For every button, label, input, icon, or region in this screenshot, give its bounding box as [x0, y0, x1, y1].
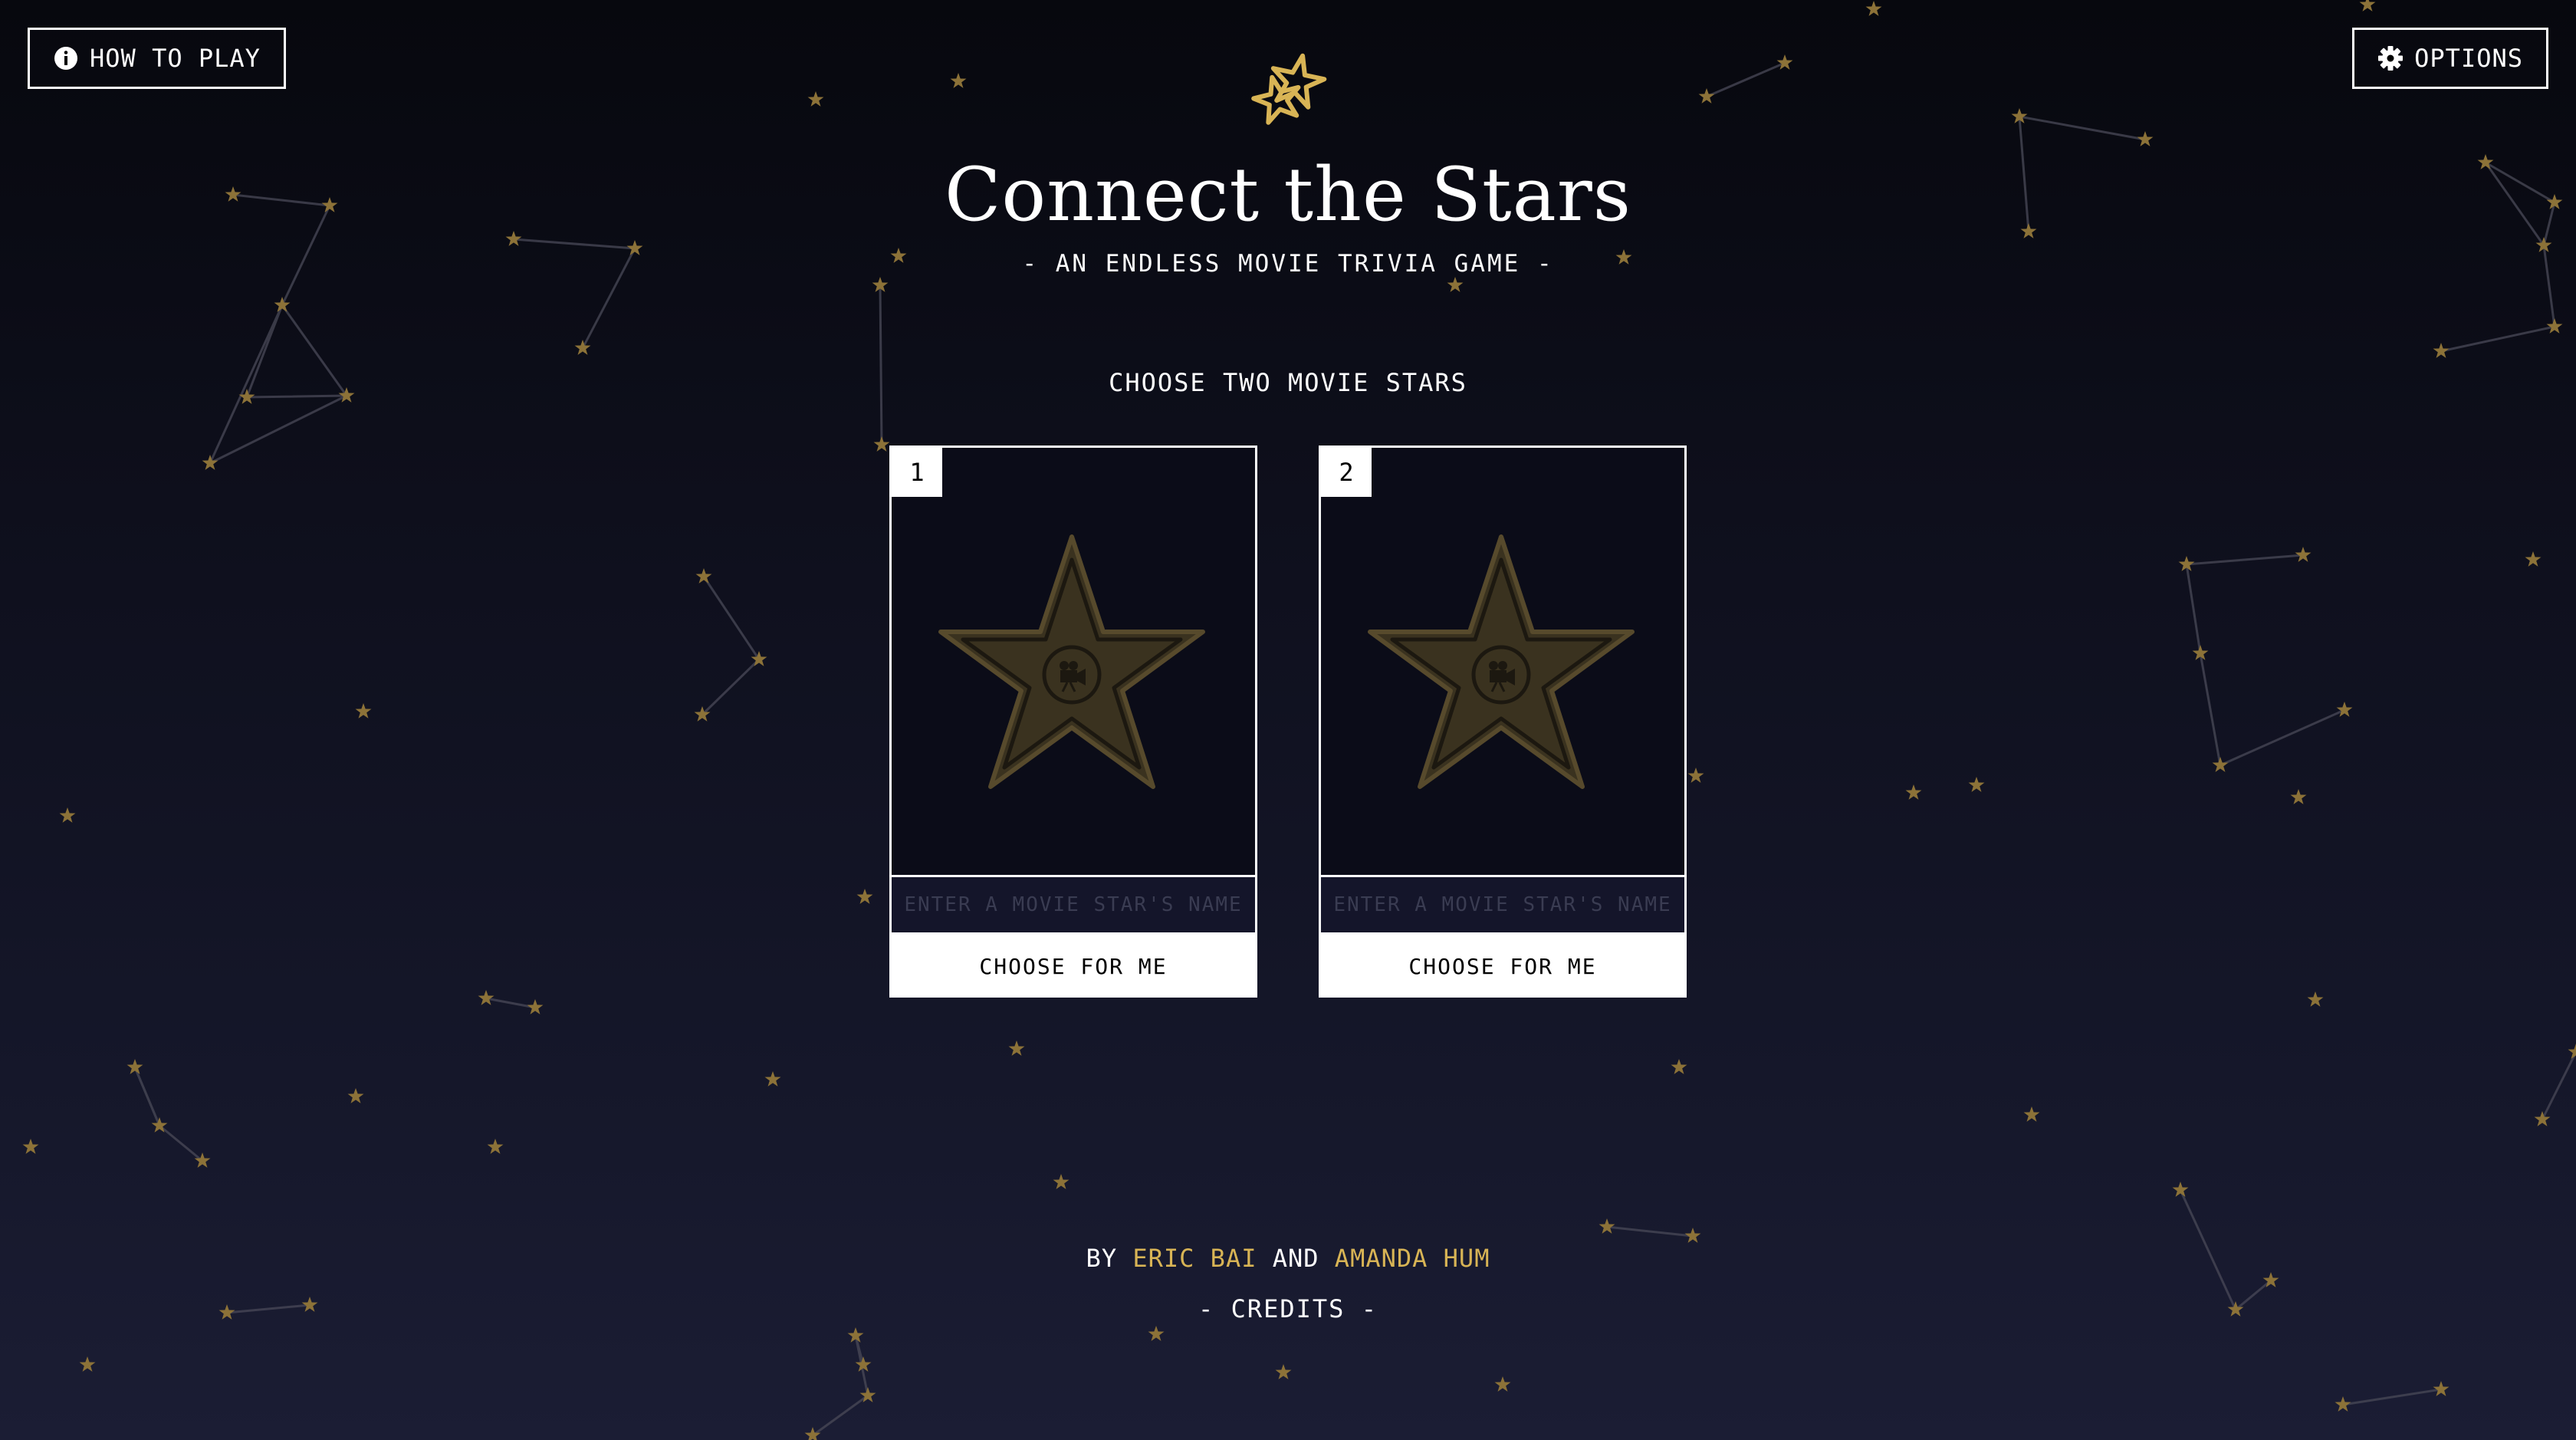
author-link-eric-bai[interactable]: ERIC BAI [1132, 1244, 1257, 1273]
star-card-2: 2 CHOOSE FOR ME [1319, 445, 1687, 998]
background-star-icon [478, 990, 495, 1005]
background-star-icon [2307, 991, 2324, 1007]
background-star-icon [2137, 131, 2154, 146]
author-link-amanda-hum[interactable]: AMANDA HUM [1335, 1244, 1490, 1273]
movie-star-name-input[interactable] [1319, 875, 1687, 935]
background-star-icon [59, 807, 76, 823]
background-star-icon [1698, 88, 1715, 104]
background-star-icon [1447, 277, 1464, 292]
page-title: Connect the Stars [944, 152, 1632, 238]
background-star-icon [2172, 1182, 2189, 1197]
background-star-icon [2023, 1106, 2040, 1122]
background-star-icon [2525, 551, 2542, 567]
background-star-icon [1776, 54, 1793, 70]
byline: BY ERIC BAI AND AMANDA HUM [0, 1244, 2576, 1273]
background-star-icon [355, 703, 372, 718]
how-to-play-label: HOW TO PLAY [90, 44, 261, 73]
star-card-1: 1 CHOOSE FOR ME [889, 445, 1257, 998]
background-star-icon [194, 1152, 211, 1168]
choose-for-me-button[interactable]: CHOOSE FOR ME [1319, 935, 1687, 998]
background-star-icon [127, 1059, 143, 1074]
background-star-icon [950, 73, 967, 88]
background-star-icon [2433, 1381, 2450, 1396]
movie-star-name-input[interactable] [889, 875, 1257, 935]
background-star-icon [1008, 1041, 1025, 1056]
background-star-icon [1905, 784, 1922, 800]
background-star-icon [807, 91, 824, 107]
how-to-play-button[interactable]: HOW TO PLAY [28, 28, 286, 89]
background-star-icon [2212, 757, 2229, 772]
star-photo-slot: 2 [1319, 445, 1687, 875]
background-star-icon [1598, 1218, 1615, 1234]
card-number-badge: 1 [892, 448, 942, 497]
background-star-icon [2546, 318, 2563, 334]
background-star-icon [1687, 768, 1704, 783]
options-button[interactable]: OPTIONS [2352, 28, 2548, 89]
background-star-icon [574, 340, 591, 355]
walk-of-fame-star-placeholder-icon [1368, 534, 1635, 789]
background-star-icon [764, 1071, 781, 1087]
background-star-icon [1671, 1059, 1687, 1074]
background-star-icon [1275, 1364, 1292, 1379]
background-star-icon [2433, 343, 2450, 358]
options-label: OPTIONS [2414, 44, 2523, 73]
info-icon [53, 45, 79, 71]
walk-of-fame-star-placeholder-icon [938, 534, 1205, 789]
byline-by: BY [1086, 1244, 1118, 1273]
page-subtitle: - AN ENDLESS MOVIE TRIVIA GAME - [1022, 250, 1554, 278]
background-star-icon [2290, 789, 2307, 804]
gear-icon [2377, 45, 2404, 71]
background-star-icon [202, 455, 219, 470]
card-number-badge: 2 [1321, 448, 1372, 497]
background-star-icon [2359, 0, 2376, 12]
background-star-icon [804, 1427, 821, 1440]
background-star-icon [695, 568, 712, 584]
choose-for-me-button[interactable]: CHOOSE FOR ME [889, 935, 1257, 998]
twin-stars-logo-icon [1242, 51, 1332, 141]
background-star-icon [2534, 1111, 2551, 1126]
background-star-icon [1053, 1174, 1070, 1189]
credits-link[interactable]: - CREDITS - [0, 1294, 2576, 1323]
background-star-icon [347, 1088, 364, 1103]
byline-and: AND [1272, 1244, 1319, 1273]
background-star-icon [22, 1139, 39, 1154]
background-star-icon [1148, 1326, 1165, 1341]
star-photo-slot: 1 [889, 445, 1257, 875]
choose-stars-heading: CHOOSE TWO MOVIE STARS [1109, 368, 1467, 397]
background-star-icon [873, 436, 890, 452]
background-star-icon [487, 1139, 504, 1154]
background-star-icon [1968, 777, 1985, 792]
background-star-icon [1865, 1, 1882, 16]
background-star-icon [856, 889, 873, 904]
background-star-icon [2336, 702, 2353, 717]
background-star-icon [79, 1356, 96, 1372]
background-star-icon [274, 297, 291, 312]
background-star-icon [1494, 1376, 1511, 1392]
background-star-icon [2295, 547, 2312, 562]
